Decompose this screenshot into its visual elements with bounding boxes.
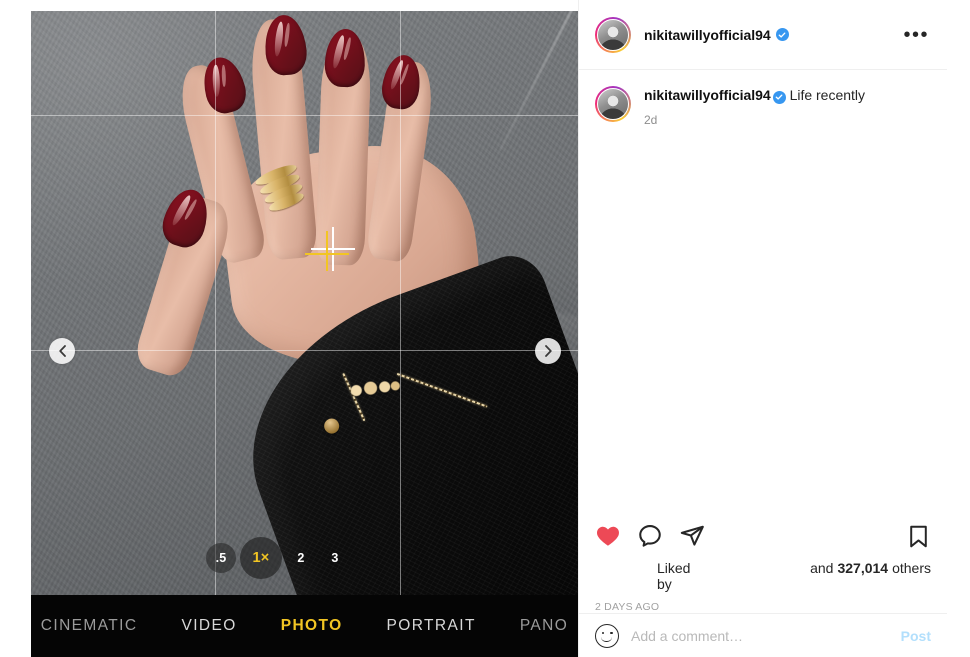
share-paper-plane-icon	[680, 525, 704, 546]
zoom-option-2[interactable]: 2	[286, 543, 316, 573]
grid-line-vertical-2	[400, 11, 401, 657]
post-comment-button[interactable]: Post	[901, 628, 931, 644]
like-button[interactable]	[595, 523, 621, 549]
comment-icon	[639, 525, 661, 547]
caption-verified-badge-icon	[772, 90, 786, 104]
instagram-post-page: .5 1× 2 3 CINEMATIC VIDEO PHOTO PORTRAIT…	[0, 0, 970, 657]
header-username[interactable]: nikitawillyofficial94	[644, 27, 771, 43]
caption-line: nikitawillyofficial94 Life recently	[644, 86, 931, 104]
post-sidebar: nikitawillyofficial94 ••• nikitawillyoff…	[578, 0, 947, 657]
caption-text: Life recently	[789, 87, 866, 103]
bookmark-icon	[910, 525, 927, 547]
page-right-gutter	[947, 0, 970, 657]
liked-by-label: Liked by	[657, 560, 691, 592]
camera-zoom-stepper[interactable]: .5 1× 2 3	[206, 537, 350, 579]
likes-count[interactable]: 327,014	[837, 560, 888, 576]
chevron-right-icon	[544, 345, 552, 357]
profile-avatar[interactable]	[595, 16, 631, 53]
caption-avatar[interactable]	[595, 86, 631, 122]
emoji-smiley-icon[interactable]	[595, 623, 619, 648]
post-media-panel[interactable]: .5 1× 2 3 CINEMATIC VIDEO PHOTO PORTRAIT…	[31, 11, 578, 657]
zoom-option-3[interactable]: 3	[320, 543, 350, 573]
camera-mode-photo[interactable]: PHOTO	[281, 617, 343, 635]
nail-ring	[324, 28, 366, 88]
grid-line-horizontal-2	[31, 350, 578, 351]
chevron-left-icon	[58, 345, 66, 357]
carousel-next-button[interactable]	[535, 338, 561, 364]
camera-mode-cinematic[interactable]: CINEMATIC	[41, 617, 138, 635]
caption-username[interactable]: nikitawillyofficial94	[644, 87, 771, 103]
post-caption-block: nikitawillyofficial94 Life recently 2d	[579, 70, 947, 515]
post-header: nikitawillyofficial94 •••	[579, 0, 947, 70]
heart-icon-filled	[597, 526, 619, 546]
zoom-option-1[interactable]: 1×	[240, 537, 282, 579]
comment-composer: Post	[579, 613, 947, 657]
camera-mode-bar[interactable]: CINEMATIC VIDEO PHOTO PORTRAIT PANO	[31, 595, 578, 657]
comment-input[interactable]	[631, 627, 889, 644]
likes-others-label: others	[892, 560, 931, 576]
camera-mode-video[interactable]: VIDEO	[181, 617, 236, 635]
focus-crosshair[interactable]	[305, 225, 357, 273]
header-username-group[interactable]: nikitawillyofficial94	[644, 27, 789, 43]
grid-line-horizontal-1	[31, 115, 578, 116]
camera-mode-portrait[interactable]: PORTRAIT	[387, 617, 476, 635]
likes-conjunction: and	[810, 560, 834, 576]
post-timestamp: 2 DAYS AGO	[595, 601, 660, 613]
save-button[interactable]	[906, 524, 931, 549]
carousel-prev-button[interactable]	[49, 338, 75, 364]
verified-badge-icon	[775, 28, 789, 41]
share-button[interactable]	[679, 523, 705, 549]
post-action-bar	[579, 515, 947, 549]
more-options-icon[interactable]: •••	[899, 24, 933, 46]
caption-timestamp: 2d	[644, 113, 658, 127]
likes-row[interactable]: Liked by and 327,014 others	[579, 549, 947, 592]
comment-button[interactable]	[637, 523, 663, 549]
camera-mode-pano[interactable]: PANO	[520, 617, 568, 635]
zoom-option-0[interactable]: .5	[206, 543, 236, 573]
